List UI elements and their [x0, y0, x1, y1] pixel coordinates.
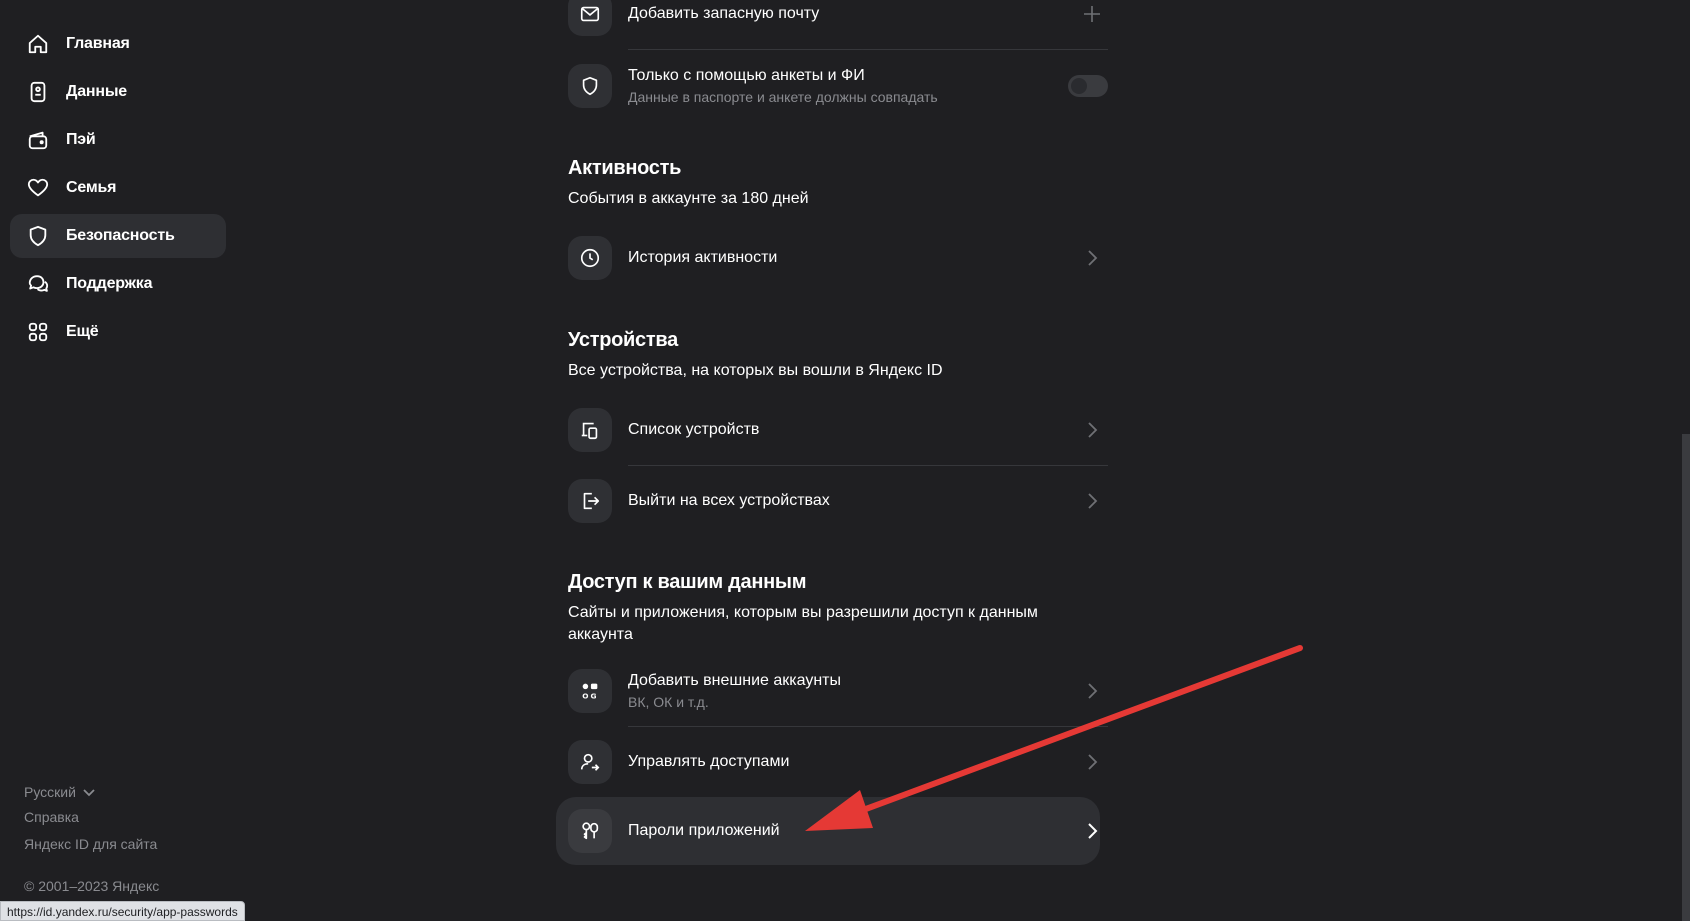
language-selector[interactable]: Русский: [24, 782, 157, 802]
activity-history-row[interactable]: История активности: [568, 236, 1108, 280]
chevron-right-icon: [1080, 418, 1104, 442]
divider: [628, 726, 1108, 727]
section-subtitle-access: Сайты и приложения, которым вы разрешили…: [568, 604, 1038, 643]
sidebar-item-data[interactable]: Данные: [10, 70, 226, 114]
chevron-right-icon: [1080, 679, 1104, 703]
row-subtitle: ВК, ОК и т.д.: [628, 694, 709, 710]
chevron-right-icon: [1080, 819, 1104, 843]
chevron-right-icon: [1080, 750, 1104, 774]
sidebar-item-label: Безопасность: [66, 227, 175, 244]
logout-icon: [568, 479, 612, 523]
page: Главная Данные Пэй Семья Безопасность По…: [0, 0, 1690, 921]
user-share-icon: [568, 740, 612, 784]
sidebar-item-label: Семья: [66, 179, 117, 196]
home-icon: [26, 32, 50, 56]
add-external-accounts-row[interactable]: OG Добавить внешние аккаунты ВК, ОК и т.…: [568, 669, 1108, 713]
sidebar-item-security[interactable]: Безопасность: [10, 214, 226, 258]
manage-access-row[interactable]: Управлять доступами: [568, 740, 1108, 784]
sidebar-item-label: Главная: [66, 35, 130, 52]
for-site-link[interactable]: Яндекс ID для сайта: [24, 836, 157, 856]
chevron-down-icon: [83, 789, 95, 797]
heart-icon: [26, 176, 50, 200]
row-title: Только с помощью анкеты и ФИ: [628, 67, 865, 84]
chevron-right-icon: [1080, 489, 1104, 513]
app-keys-icon: [568, 809, 612, 853]
wallet-icon: [26, 128, 50, 152]
shield-icon: [568, 64, 612, 108]
section-title-activity: Активность: [568, 157, 682, 179]
sidebar-item-home[interactable]: Главная: [10, 22, 226, 66]
social-apps-icon: OG: [568, 669, 612, 713]
sidebar-item-family[interactable]: Семья: [10, 166, 226, 210]
grid-icon: [26, 320, 50, 344]
svg-text:G: G: [590, 691, 596, 700]
row-title: История активности: [628, 249, 778, 266]
scrollbar[interactable]: [1682, 434, 1690, 921]
help-link[interactable]: Справка: [24, 809, 157, 829]
sidebar-nav: Главная Данные Пэй Семья Безопасность По…: [10, 22, 226, 358]
plus-icon: [1080, 2, 1104, 26]
id-card-icon: [26, 80, 50, 104]
chevron-right-icon: [1080, 246, 1104, 270]
divider: [628, 49, 1108, 50]
row-subtitle: Данные в паспорте и анкете должны совпад…: [628, 89, 938, 105]
section-subtitle-devices: Все устройства, на которых вы вошли в Ян…: [568, 362, 943, 379]
devices-icon: [568, 408, 612, 452]
sidebar: Главная Данные Пэй Семья Безопасность По…: [0, 0, 240, 921]
language-label: Русский: [24, 784, 76, 800]
row-title: Управлять доступами: [628, 753, 790, 770]
copyright: © 2001–2023 Яндекс: [24, 878, 160, 894]
svg-text:O: O: [582, 691, 588, 700]
questionnaire-toggle[interactable]: [1068, 75, 1108, 97]
section-subtitle-activity: События в аккаунте за 180 дней: [568, 190, 809, 207]
questionnaire-only-row: Только с помощью анкеты и ФИ Данные в па…: [568, 64, 1108, 108]
row-title: Список устройств: [628, 421, 760, 438]
sidebar-item-label: Пэй: [66, 131, 96, 148]
sidebar-item-support[interactable]: Поддержка: [10, 262, 226, 306]
mail-icon: [568, 0, 612, 36]
sidebar-item-more[interactable]: Ещё: [10, 310, 226, 354]
chat-bubbles-icon: [26, 272, 50, 296]
row-title: Пароли приложений: [628, 822, 780, 839]
section-title-access: Доступ к вашим данным: [568, 571, 807, 593]
clock-icon: [568, 236, 612, 280]
sidebar-footer: Русский Справка Яндекс ID для сайта © 20…: [24, 782, 159, 894]
sidebar-item-label: Поддержка: [66, 275, 153, 292]
divider: [628, 465, 1108, 466]
sidebar-item-label: Данные: [66, 83, 127, 100]
logout-all-devices-row[interactable]: Выйти на всех устройствах: [568, 479, 1108, 523]
shield-icon: [26, 224, 50, 248]
row-title: Выйти на всех устройствах: [628, 492, 830, 509]
sidebar-item-label: Ещё: [66, 323, 99, 340]
row-title: Добавить запасную почту: [628, 5, 820, 22]
status-bar-url: https://id.yandex.ru/security/app-passwo…: [0, 901, 245, 921]
add-backup-email-row[interactable]: Добавить запасную почту: [568, 0, 1108, 36]
sidebar-item-pay[interactable]: Пэй: [10, 118, 226, 162]
section-title-devices: Устройства: [568, 329, 678, 351]
row-title: Добавить внешние аккаунты: [628, 672, 841, 689]
device-list-row[interactable]: Список устройств: [568, 408, 1108, 452]
app-passwords-row[interactable]: Пароли приложений: [568, 809, 1108, 853]
